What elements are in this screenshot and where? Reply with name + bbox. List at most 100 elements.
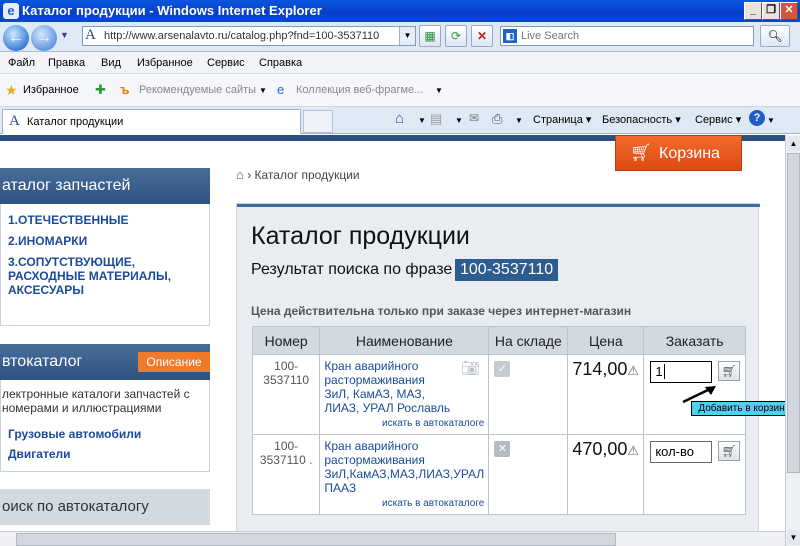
- horizontal-scrollbar[interactable]: [0, 531, 785, 546]
- url-dropdown-icon[interactable]: ▼: [399, 27, 415, 45]
- autocatalog-description: лектронные каталоги запчастей с номерами…: [2, 387, 190, 415]
- quantity-value: 1: [655, 364, 663, 379]
- print-dropdown-icon[interactable]: ▼: [515, 116, 523, 125]
- page-title: Каталог продукции: [251, 222, 470, 250]
- cart-label: Корзина: [659, 145, 720, 162]
- quantity-input[interactable]: 1: [650, 361, 713, 383]
- tab-favicon-icon: A: [9, 113, 20, 129]
- security-menu[interactable]: Безопасность ▾: [602, 113, 681, 126]
- url-field[interactable]: A http://www.arsenalavto.ru/catalog.php?…: [82, 26, 416, 46]
- live-search-icon: ◧: [503, 29, 517, 43]
- suggested-sites-dropdown-icon[interactable]: ▼: [259, 86, 267, 95]
- forward-button[interactable]: →: [31, 25, 57, 51]
- table-row: 100- 3537110 📷︎ Кран аварийного расторма…: [251, 354, 746, 435]
- print-icon[interactable]: ⎙: [492, 111, 502, 127]
- tab-catalog[interactable]: A Каталог продукции: [2, 109, 301, 134]
- row-order-cell: кол-во 🛒︎: [643, 434, 746, 515]
- menu-help[interactable]: Справка: [259, 57, 302, 69]
- catalog-section-title: аталог запчастей: [2, 177, 131, 194]
- compatibility-icon[interactable]: ▦: [419, 25, 441, 47]
- vertical-scroll-thumb[interactable]: [787, 153, 800, 473]
- vertical-scrollbar[interactable]: ▲ ▼: [785, 135, 800, 546]
- favorites-bar: ★ Избранное ✚ ъ Рекомендуемые сайты ▼ e …: [0, 75, 800, 107]
- rss-feeds-icon[interactable]: ▤: [430, 111, 442, 127]
- catalog-link-foreign[interactable]: 2.ИНОМАРКИ: [8, 234, 87, 248]
- quantity-placeholder: кол-во: [655, 444, 694, 459]
- cart-icon: 🛒︎: [630, 143, 652, 162]
- autocatalog-link-trucks[interactable]: Грузовые автомобили: [8, 427, 141, 441]
- url-text[interactable]: http://www.arsenalavto.ru/catalog.php?fn…: [104, 30, 379, 42]
- add-favorite-icon[interactable]: ✚: [95, 82, 106, 98]
- catalog-link-accessories[interactable]: 3.СОПУТСТВУЮЩИЕ, РАСХОДНЫЕ МАТЕРИАЛЫ, АК…: [8, 255, 188, 297]
- quantity-input[interactable]: кол-во: [650, 441, 713, 463]
- stop-button[interactable]: ✕: [471, 25, 493, 47]
- search-placeholder[interactable]: Live Search: [521, 30, 579, 42]
- tools-menu[interactable]: Сервис ▾: [695, 113, 741, 126]
- back-button[interactable]: ←: [3, 25, 29, 51]
- window-title: Каталог продукции - Windows Internet Exp…: [22, 3, 322, 18]
- autocatalog-section-body: лектронные каталоги запчастей с номерами…: [0, 380, 210, 472]
- read-mail-icon[interactable]: ✉: [469, 111, 479, 125]
- menu-bar: Файл Правка Вид Избранное Сервис Справка: [0, 52, 800, 74]
- ie-logo-icon: e: [3, 3, 19, 19]
- horizontal-scroll-thumb[interactable]: [16, 533, 616, 546]
- row-name-cell: 📷︎ Кран аварийного растормаживания ЗиЛ, …: [319, 354, 490, 435]
- col-header-name: Наименование: [319, 326, 490, 355]
- product-name-link[interactable]: Кран аварийного растормаживания ЗиЛ, Кам…: [324, 359, 452, 415]
- cart-button[interactable]: 🛒︎ Корзина: [615, 135, 742, 171]
- text-cursor: [663, 364, 669, 379]
- scroll-up-icon[interactable]: ▲: [787, 136, 800, 151]
- out-of-stock-x-icon: ✕: [494, 441, 511, 457]
- camera-icon[interactable]: 📷︎: [461, 359, 480, 377]
- refresh-button[interactable]: ⟳: [445, 25, 467, 47]
- favorites-star-icon: ★: [5, 82, 18, 98]
- minimize-button[interactable]: _: [744, 2, 762, 20]
- help-dropdown-icon[interactable]: ▼: [767, 116, 775, 125]
- search-button[interactable]: 🔍︎: [760, 25, 790, 47]
- add-to-cart-tooltip: Добавить в корзину: [691, 401, 797, 416]
- price-value: 470,00: [572, 439, 628, 459]
- close-button[interactable]: ✕: [780, 2, 798, 20]
- feeds-dropdown-icon[interactable]: ▼: [455, 116, 463, 125]
- search-results-panel: Каталог продукции Результат поиска по фр…: [236, 203, 760, 546]
- menu-tools[interactable]: Сервис: [207, 57, 245, 69]
- menu-edit[interactable]: Правка: [48, 57, 85, 69]
- search-query-highlight: 100-3537110: [455, 259, 559, 281]
- add-to-cart-button[interactable]: 🛒︎: [718, 361, 741, 381]
- home-breadcrumb-icon[interactable]: ⌂: [236, 167, 244, 182]
- web-slice-dropdown-icon[interactable]: ▼: [435, 86, 443, 95]
- col-header-price: Цена: [567, 326, 645, 355]
- col-header-order: Заказать: [643, 326, 746, 355]
- menu-file[interactable]: Файл: [8, 57, 35, 69]
- panel-top-stripe: [237, 204, 760, 207]
- search-in-autocatalog-link[interactable]: искать в автокаталоге: [324, 498, 484, 509]
- page-menu-label: Страница: [533, 114, 583, 126]
- home-icon[interactable]: ⌂: [395, 110, 404, 127]
- catalog-link-domestic[interactable]: 1.ОТЕЧЕСТВЕННЫЕ: [8, 213, 129, 227]
- search-in-autocatalog-link[interactable]: искать в автокаталоге: [324, 418, 484, 429]
- page-menu[interactable]: Страница ▾: [533, 113, 591, 126]
- menu-favorites[interactable]: Избранное: [137, 57, 193, 69]
- breadcrumb-current: Каталог продукции: [254, 168, 360, 182]
- home-dropdown-icon[interactable]: ▼: [418, 116, 426, 125]
- maximize-button[interactable]: ❐: [762, 2, 780, 20]
- col-header-stock: На складе: [488, 326, 569, 355]
- new-tab-button[interactable]: [303, 110, 333, 133]
- row-number: 100- 3537110: [251, 354, 321, 435]
- product-name-link[interactable]: Кран аварийного растормаживания ЗиЛ,КамА…: [324, 439, 484, 495]
- add-to-cart-button[interactable]: 🛒︎: [718, 441, 741, 461]
- favorites-button[interactable]: Избранное: [23, 84, 79, 96]
- address-toolbar: ← → ▼ A http://www.arsenalavto.ru/catalo…: [0, 22, 800, 52]
- history-dropdown-icon[interactable]: ▼: [60, 30, 69, 40]
- web-slice-gallery-link[interactable]: Коллекция веб-фрагме...: [296, 84, 423, 96]
- search-field[interactable]: ◧ Live Search: [500, 26, 754, 46]
- menu-view[interactable]: Вид: [101, 57, 121, 69]
- description-badge[interactable]: Описание: [138, 352, 210, 372]
- help-icon[interactable]: ?: [749, 110, 765, 126]
- table-header-row: Номер Наименование На складе Цена Заказа…: [251, 326, 746, 355]
- autocatalog-search-header: оиск по автокаталогу: [0, 489, 210, 525]
- autocatalog-link-engines[interactable]: Двигатели: [8, 447, 71, 461]
- scroll-down-icon[interactable]: ▼: [787, 530, 800, 545]
- suggested-sites-link[interactable]: Рекомендуемые сайты: [139, 84, 256, 96]
- in-stock-check-icon: ✓: [494, 361, 511, 377]
